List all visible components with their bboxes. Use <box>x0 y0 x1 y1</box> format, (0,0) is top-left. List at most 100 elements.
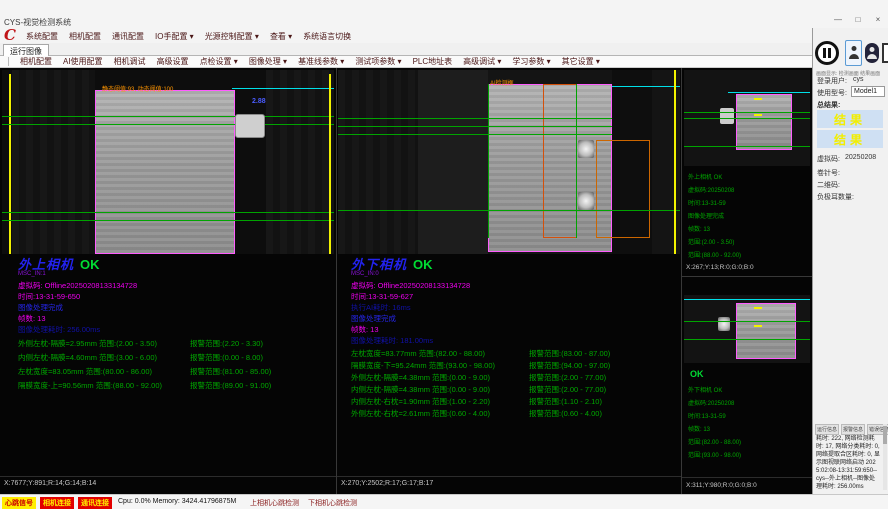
toolbar-other-settings[interactable]: 其它设置 ▾ <box>562 56 600 67</box>
log-scrollbar-thumb[interactable] <box>883 426 887 444</box>
toolbar-ai-config[interactable]: AI使用配置 <box>63 56 103 67</box>
marker-tick <box>754 307 762 309</box>
scene-background <box>12 70 95 254</box>
person-icon <box>849 46 859 59</box>
camera-image-middle[interactable]: AI检测框 <box>338 70 680 254</box>
menu-item-system-config[interactable]: 系统配置 <box>26 31 58 42</box>
machine-part <box>418 70 488 254</box>
process-done-line: 图像处理完成 <box>351 313 396 324</box>
toolbar-spot-check[interactable]: 点检设置 ▾ <box>200 56 238 67</box>
camera-image-left[interactable]: 静态阈值:93, 动态阈值:100 2.88 <box>2 70 334 254</box>
toolbar-image-processing[interactable]: 图像处理 ▾ <box>249 56 287 67</box>
toolbar-separator <box>8 57 9 66</box>
model-input[interactable]: Model1 <box>851 86 885 97</box>
toolbar-learning-params[interactable]: 学习参数 ▾ <box>512 56 550 67</box>
heartbeat-indicator: 心跳信号 <box>2 497 36 509</box>
process-time-line: 图像处理耗时: 181.00ms <box>351 335 433 346</box>
virtual-code-line: 虚拟码: Offline20250208133134728 <box>351 280 470 291</box>
measurement-row: 外侧左枕-右枕=2.61mm 范围:(0.60 - 4.00)报警范围:(0.6… <box>351 408 695 419</box>
statusbar: 心跳信号 相机连接 通讯连接 Cpu: 0.0% Memory: 3424.41… <box>0 494 888 509</box>
close-button[interactable]: × <box>872 15 884 24</box>
divider <box>0 476 336 477</box>
measure-line-green <box>684 321 810 322</box>
cpu-memory-status: Cpu: 0.0% Memory: 3424.41796875M <box>118 498 236 505</box>
login-user-label: 登录用户: <box>817 76 847 86</box>
scene-background <box>338 70 418 254</box>
exit-button[interactable] <box>882 43 888 63</box>
log-tab-alarm[interactable]: 报警信息 <box>841 424 865 435</box>
menu-item-language[interactable]: 系统语言切换 <box>303 31 351 42</box>
titlebar: CYS-视觉检测系统 — □ × <box>0 0 888 28</box>
main-area: 静态阈值:93, 动态阈值:100 2.88 外上相机OK MSC_IN:1 虚… <box>0 68 812 494</box>
right-panel: 画面显示: 检测画面 结果画面 登录用户: cys 使用型号: Model1 总… <box>812 28 888 494</box>
login-user-button[interactable] <box>845 40 862 66</box>
measure-line-green <box>684 118 810 119</box>
maximize-button[interactable]: □ <box>852 15 864 24</box>
pixel-coords-small-bottom: X:311;Y:980;R:0;G:0;B:0 <box>686 482 757 489</box>
pixel-coords-middle: X:270;Y:2502;R:17;G:17;B:17 <box>341 480 433 487</box>
process-done-line: 图像处理完成 <box>18 302 63 313</box>
toolbar-advanced-settings[interactable]: 高级设置 <box>157 56 189 67</box>
frame-count-line: 帧数: 13 <box>18 313 46 324</box>
toolbar-test-params[interactable]: 测试项参数 ▾ <box>355 56 401 67</box>
measure-line-green <box>338 126 612 127</box>
measurement-row: 左枕宽度=83.05mm 范围:(80.00 - 86.00)报警范围:(81.… <box>18 366 354 377</box>
measurement-row: 外侧左枕-隔膜=4.38mm 范围:(0.00 - 9.00)报警范围:(2.0… <box>351 372 695 383</box>
operator-button[interactable] <box>865 43 879 63</box>
measurement-row: 内侧左枕-右枕=1.90mm 范围:(1.00 - 2.20)报警范围:(1.1… <box>351 396 695 407</box>
toolbar-baseline-params[interactable]: 基准线参数 ▾ <box>298 56 344 67</box>
edge-guide-line-right <box>674 70 676 254</box>
measurement-row: 隔膜宽度-上=90.56mm 范围:(88.00 - 92.00)报警范围:(8… <box>18 380 354 391</box>
log-text: 耗时: 222, 网络检测耗时: 17, 网络分类耗时: 0, 网络提取合区耗时… <box>816 435 880 491</box>
status-ok: OK <box>413 257 433 272</box>
measure-line-green <box>2 220 334 221</box>
measure-line-green <box>338 210 680 211</box>
result-row: 虚拟码:20250208 <box>688 398 734 407</box>
roll-needle-label: 卷针号: <box>817 168 840 178</box>
toolbar-plc-table[interactable]: PLC地址表 <box>413 56 453 67</box>
measure-line-green <box>338 118 612 119</box>
measurement-row: 内侧左枕-隔膜=4.38mm 范围:(0.00 - 9.00)报警范围:(2.0… <box>351 384 695 395</box>
camera-view-left: 静态阈值:93, 动态阈值:100 2.88 外上相机OK MSC_IN:1 虚… <box>0 68 336 494</box>
result-row: 范围:(2.00 - 3.50) <box>688 237 734 246</box>
measure-line-green <box>2 212 334 213</box>
qr-code-label: 二维码: <box>817 180 840 190</box>
toolbar-advanced-debug[interactable]: 高级调试 ▾ <box>463 56 501 67</box>
status-ok: OK <box>80 257 100 272</box>
menu-item-comm-config[interactable]: 通讯配置 <box>112 31 144 42</box>
toolbar-camera-config[interactable]: 相机配置 <box>20 56 52 67</box>
measure-line-green <box>684 112 810 113</box>
menu-item-view[interactable]: 查看 ▾ <box>270 31 292 42</box>
result-row: 时间:13-31-59 <box>688 198 726 207</box>
battery-region <box>736 303 796 359</box>
measure-line-green-v <box>488 84 489 238</box>
scene-background-right <box>266 70 334 254</box>
measurement-row: 左枕宽度=83.77mm 范围:(82.00 - 88.00)报警范围:(83.… <box>351 348 695 359</box>
menu-item-light-config[interactable]: 光源控制配置 ▾ <box>205 31 259 42</box>
pause-button[interactable] <box>815 41 839 65</box>
toolbar-camera-debug[interactable]: 相机调试 <box>114 56 146 67</box>
camera-view-small-bottom: OK 外下相机 OK 虚拟码:20250208 时间:13-31-59 帧数: … <box>682 277 812 494</box>
result-box-2: 结果 <box>817 130 883 148</box>
total-result-label: 总结果: <box>817 100 840 110</box>
measure-line-green <box>2 124 334 125</box>
camera-view-middle: AI检测框 外下相机OK MSC_IN:0 虚拟码: Offline202502… <box>337 68 681 494</box>
minimize-button[interactable]: — <box>832 15 844 24</box>
camera-view-small-top: 外上相机 OK 虚拟码:20250208 时间:13-31-59 图像处理完成 … <box>682 68 812 276</box>
menu-item-io-config[interactable]: IO手配置 ▾ <box>155 31 194 42</box>
weld-spot <box>578 140 594 158</box>
trigger-subtitle: MSC_IN:1 <box>18 271 46 277</box>
edge-guide-line-right <box>329 74 331 254</box>
log-tab-run[interactable]: 运行信息 <box>815 424 839 435</box>
log-scrollbar[interactable] <box>883 424 887 490</box>
toolbar: 相机配置 AI使用配置 相机调试 高级设置 点检设置 ▾ 图像处理 ▾ 基准线参… <box>0 56 888 68</box>
weld-spot <box>718 317 730 331</box>
camera-image-small-bottom[interactable] <box>684 295 810 363</box>
result-box-1: 结果 <box>817 110 883 128</box>
measure-line-green <box>338 134 612 135</box>
ai-detect-box <box>543 84 577 238</box>
weld-spot <box>578 192 594 210</box>
camera-image-small-top[interactable] <box>684 70 810 166</box>
menu-item-camera-config[interactable]: 相机配置 <box>69 31 101 42</box>
measurement-row: 外侧左枕-隔膜=2.95mm 范围:(2.00 - 3.50)报警范围:(2.2… <box>18 338 354 349</box>
